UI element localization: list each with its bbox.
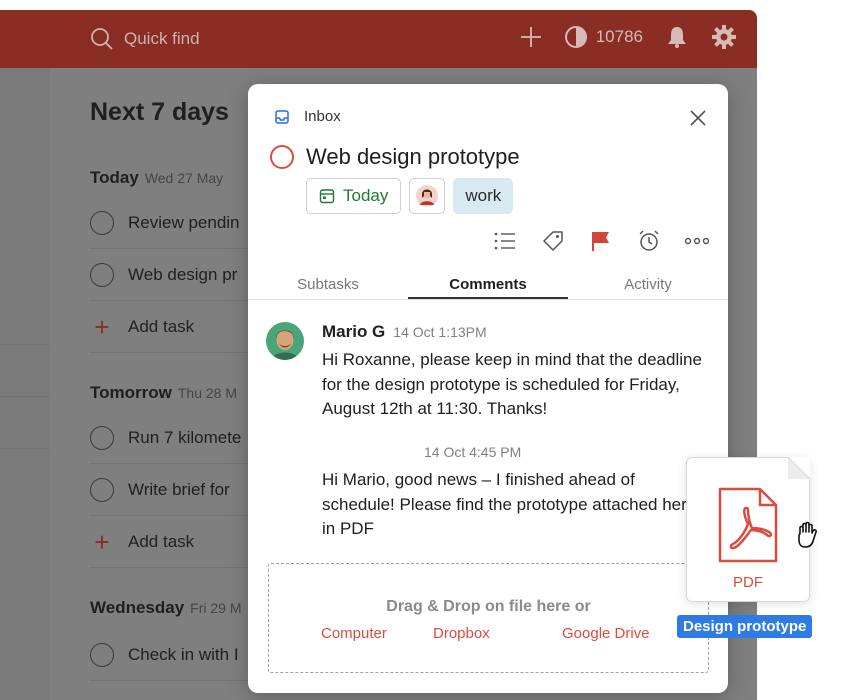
sidebar-dimmed xyxy=(0,68,50,700)
task-detail-modal: Inbox Web design prototype Today work Su… xyxy=(248,84,728,693)
plus-icon: + xyxy=(94,526,110,557)
calendar-icon xyxy=(319,189,335,204)
task-checkbox[interactable] xyxy=(90,477,114,502)
avatar xyxy=(266,322,304,360)
reply-time: 14 Oct 4:45 PM xyxy=(424,444,522,460)
karma-icon xyxy=(564,26,587,48)
task-checkbox[interactable] xyxy=(90,210,114,235)
project-name: Inbox xyxy=(304,108,341,125)
tab-subtasks[interactable]: Subtasks xyxy=(248,270,408,299)
label-chip[interactable]: work xyxy=(453,178,514,214)
gear-icon[interactable] xyxy=(711,24,737,50)
dragged-file-name: Design prototype xyxy=(677,615,813,638)
due-date-chip[interactable]: Today xyxy=(306,178,402,214)
task-checkbox[interactable] xyxy=(90,642,114,667)
task-checkbox[interactable] xyxy=(90,262,114,287)
upload-dropbox-link[interactable]: Dropbox xyxy=(433,625,490,642)
more-icon[interactable] xyxy=(684,228,710,254)
flag-icon[interactable] xyxy=(588,228,614,254)
section-wednesday: Wednesday Fri 29 M xyxy=(90,598,242,617)
detail-tabs: Subtasks Comments Activity xyxy=(248,270,728,300)
avatar xyxy=(416,185,439,207)
tab-activity[interactable]: Activity xyxy=(568,270,728,299)
alarm-icon[interactable] xyxy=(636,228,662,254)
close-icon[interactable] xyxy=(688,108,708,128)
karma-count: 10786 xyxy=(595,27,643,46)
reply-body: Hi Mario, good news – I finished ahead o… xyxy=(322,470,701,538)
quick-find[interactable]: Quick find xyxy=(90,27,200,51)
tab-comments[interactable]: Comments xyxy=(408,270,568,299)
comment-body: Hi Roxanne, please keep in mind that the… xyxy=(322,350,702,418)
plus-icon: + xyxy=(94,311,110,342)
upload-google-drive-link[interactable]: Google Drive xyxy=(562,625,650,642)
karma-button[interactable]: 10786 xyxy=(564,25,643,49)
section-tomorrow: Tomorrow Thu 28 M xyxy=(90,383,237,402)
pdf-file-icon xyxy=(718,487,778,563)
bell-icon[interactable] xyxy=(665,25,689,49)
project-breadcrumb[interactable]: Inbox xyxy=(274,108,341,125)
search-placeholder: Quick find xyxy=(124,29,200,48)
due-date-label: Today xyxy=(343,186,389,205)
file-dropzone[interactable]: Drag & Drop on file here or Computer Dro… xyxy=(268,563,709,673)
top-bar: Quick find 10786 xyxy=(0,10,757,68)
tag-icon[interactable] xyxy=(540,228,566,254)
inbox-icon xyxy=(275,109,289,124)
search-icon xyxy=(91,28,113,50)
task-checkbox[interactable] xyxy=(90,425,114,450)
subtasks-icon[interactable] xyxy=(492,228,518,254)
comment-time: 14 Oct 1:13PM xyxy=(393,324,487,340)
section-today: Today Wed 27 May xyxy=(90,168,224,187)
task-title[interactable]: Web design prototype xyxy=(306,144,520,170)
page-fold-icon xyxy=(788,457,810,479)
file-type-label: PDF xyxy=(733,574,763,591)
page-title: Next 7 days xyxy=(90,98,229,126)
dropzone-text: Drag & Drop on file here or xyxy=(386,598,591,615)
grab-cursor-icon xyxy=(798,521,817,548)
comment-author: Mario G xyxy=(322,322,386,341)
complete-checkbox[interactable] xyxy=(270,145,294,169)
upload-computer-link[interactable]: Computer xyxy=(321,625,387,642)
assignee-chip[interactable] xyxy=(409,178,446,214)
dragged-file[interactable]: PDF xyxy=(686,457,810,602)
add-icon[interactable] xyxy=(520,26,542,48)
